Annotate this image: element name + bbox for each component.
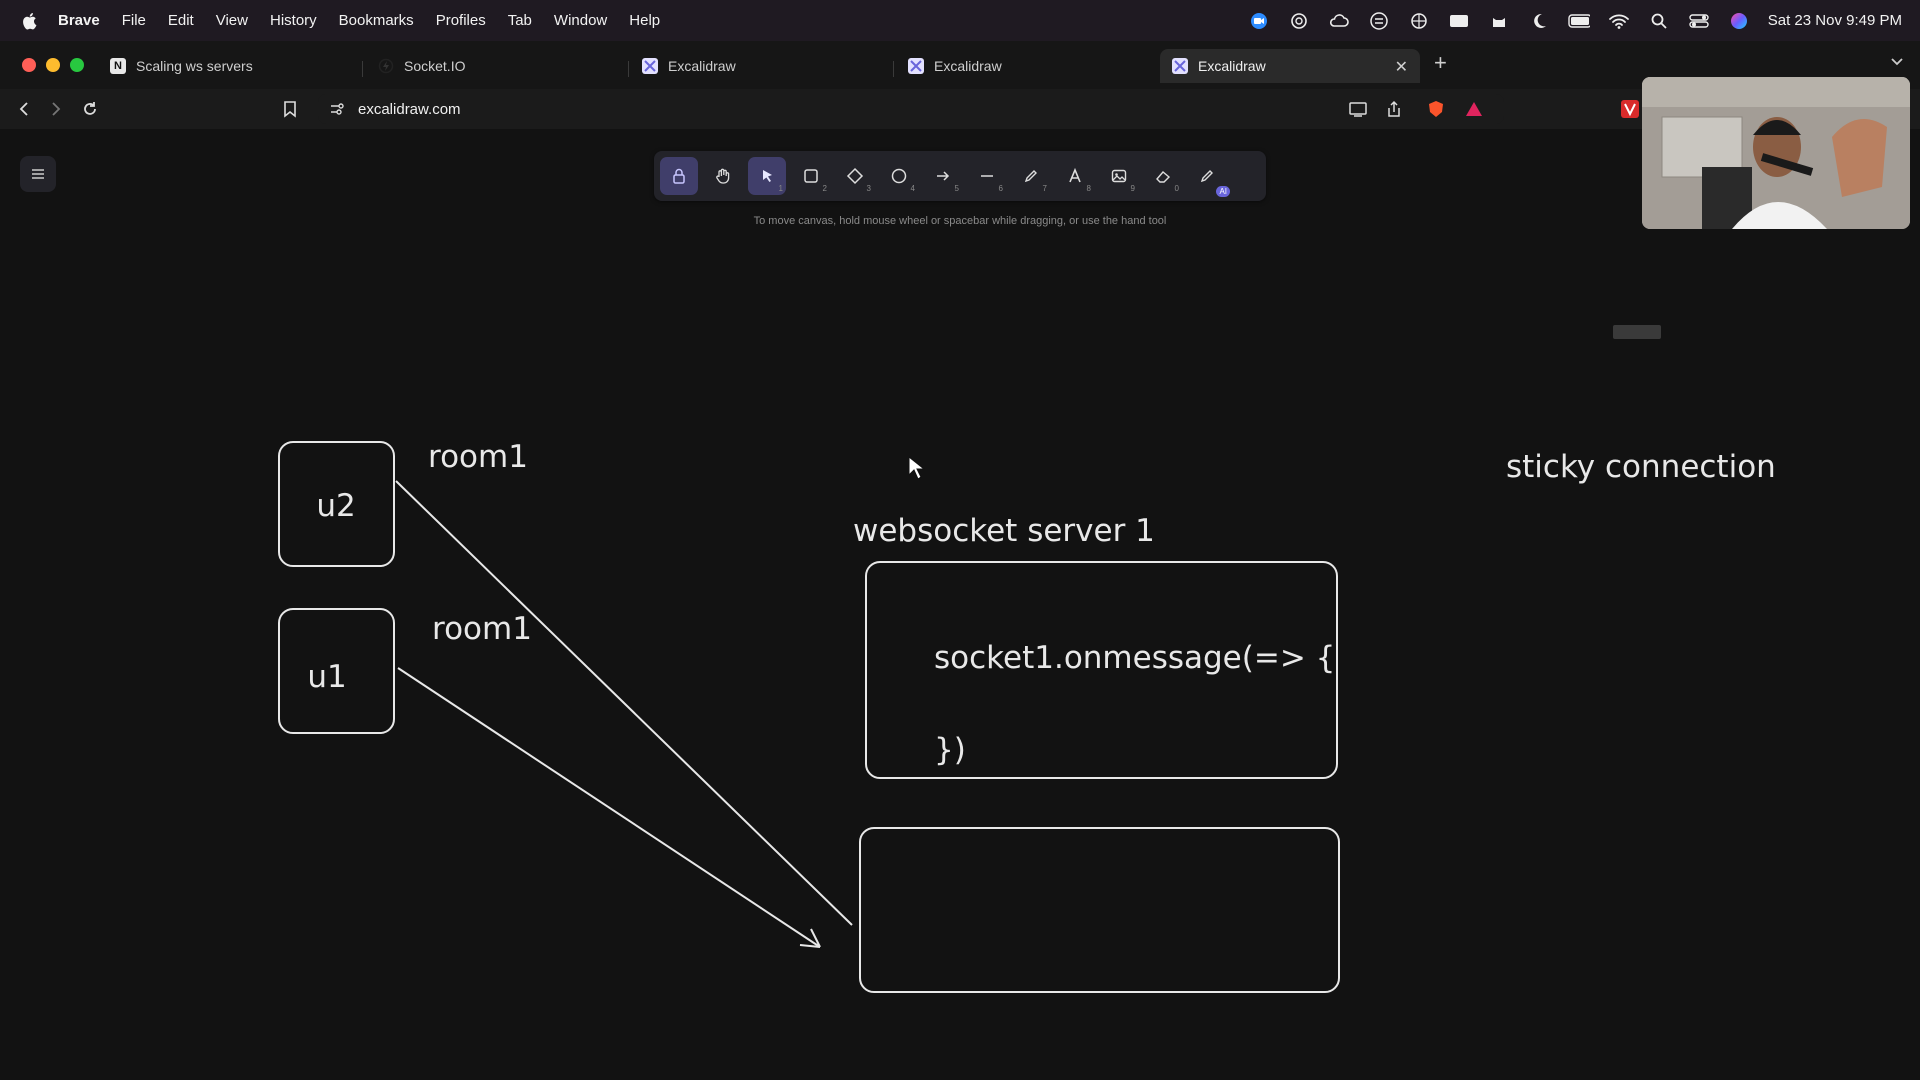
code-line-2: }) (934, 732, 966, 768)
code-line-1: socket1.onmessage(=> { (934, 640, 1335, 676)
webcam-overlay (1642, 77, 1910, 229)
room1-label-bottom: room1 (432, 611, 532, 647)
u2-connection-line[interactable] (395, 480, 853, 926)
server-title: websocket server 1 (853, 513, 1155, 549)
u1-label: u1 (307, 659, 346, 695)
diagram-layer: u2 u1 room1 room1 websocket server 1 soc… (278, 439, 1776, 993)
mouse-cursor-icon (908, 455, 926, 480)
presenter-video-frame (1642, 77, 1910, 229)
room1-label-top: room1 (428, 439, 528, 475)
sticky-connection-label: sticky connection (1506, 449, 1776, 485)
u1-connection-arrow[interactable] (397, 667, 821, 948)
empty-server-box[interactable] (859, 827, 1340, 993)
u2-label: u2 (316, 488, 355, 524)
